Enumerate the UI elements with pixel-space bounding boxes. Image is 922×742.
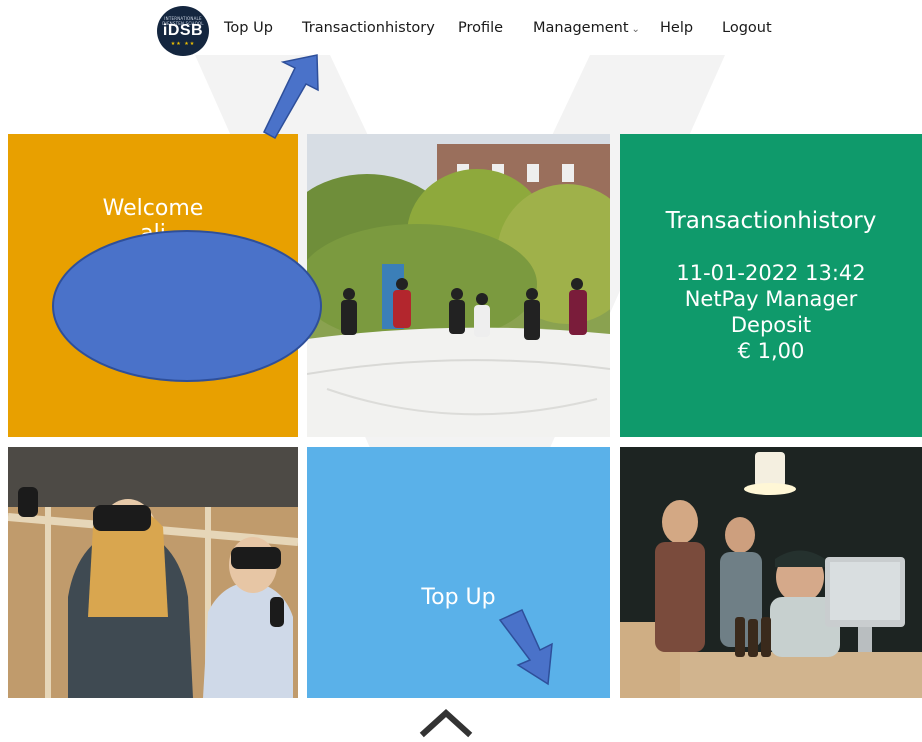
last-transaction: 11-01-2022 13:42 NetPay Manager Deposit …: [620, 260, 922, 364]
nav-profile[interactable]: Profile: [458, 20, 503, 36]
photo-vr-students: [8, 447, 298, 698]
logo-text: iDSB: [162, 22, 204, 39]
school-logo[interactable]: INTERNATIONALE DIENSTEN SCHOOL iDSB ★★ ★…: [157, 6, 209, 56]
transactionhistory-title: Transactionhistory: [665, 208, 877, 234]
photo-vr-students-image: [8, 447, 298, 698]
nav-logout[interactable]: Logout: [722, 20, 772, 36]
photo-students-outdoor-image: [307, 134, 610, 437]
transaction-type: Deposit: [730, 313, 812, 337]
transaction-merchant: NetPay Manager: [684, 287, 858, 311]
top-up-tile[interactable]: Top Up: [307, 447, 610, 698]
chevron-down-icon: ⌄: [631, 24, 640, 35]
chevron-up-icon: [419, 708, 473, 738]
nav-top-up[interactable]: Top Up: [224, 20, 273, 36]
nav-management-label: Management: [533, 20, 629, 36]
photo-students-outdoor: [307, 134, 610, 437]
transaction-amount: € 1,00: [737, 339, 805, 363]
nav-transactionhistory[interactable]: Transactionhistory: [302, 20, 435, 36]
scroll-to-top-button[interactable]: [418, 703, 474, 738]
welcome-username: ali: [140, 221, 166, 246]
transaction-datetime: 11-01-2022 13:42: [676, 261, 866, 285]
transactionhistory-tile[interactable]: Transactionhistory 11-01-2022 13:42 NetP…: [620, 134, 922, 437]
welcome-title: Welcome: [102, 196, 204, 221]
nav-management[interactable]: Management ⌄: [533, 20, 640, 36]
logo-stars: ★★ ★★: [170, 41, 196, 47]
welcome-text: Welcome ali: [8, 196, 298, 246]
photo-students-computer: [620, 447, 922, 698]
photo-students-computer-image: [620, 447, 922, 698]
top-up-label: Top Up: [421, 585, 496, 610]
nav-help[interactable]: Help: [660, 20, 693, 36]
welcome-tile: Welcome ali: [8, 134, 298, 437]
top-navigation: INTERNATIONALE DIENSTEN SCHOOL iDSB ★★ ★…: [0, 0, 922, 60]
